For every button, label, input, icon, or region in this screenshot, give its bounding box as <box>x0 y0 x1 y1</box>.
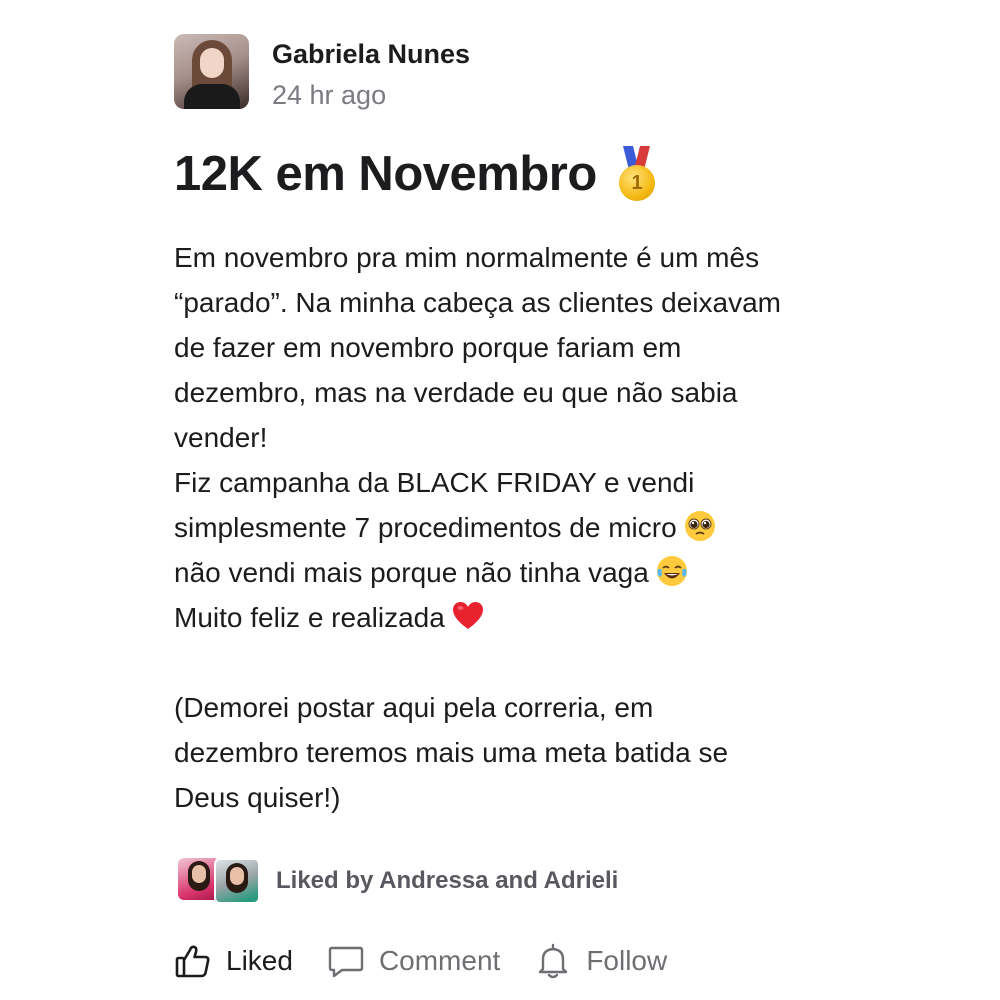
author-avatar[interactable] <box>174 34 249 109</box>
post-body-line: Em novembro pra mim normalmente é um mês <box>174 242 760 273</box>
post-body-line-with-emoji: Muito feliz e realizada <box>174 595 854 640</box>
post-body-line: Fiz campanha da BLACK FRIDAY e vendi <box>174 467 695 498</box>
liker-avatar <box>214 858 260 904</box>
likes-summary[interactable]: Liked by Andressa and Adrieli <box>178 858 618 904</box>
post-title: 12K em Novembro 1 <box>174 143 854 205</box>
comment-label: Comment <box>378 945 501 976</box>
post-title-text: 12K em Novembro <box>174 147 597 201</box>
post-body-line: dezembro teremos mais uma meta batida se <box>174 737 729 768</box>
author-name[interactable]: Gabriela Nunes <box>272 38 470 70</box>
post-body-line-with-emoji: não vendi mais porque não tinha vaga <box>174 550 854 595</box>
post-body-line: vender! <box>174 422 268 453</box>
like-button[interactable]: Liked <box>174 942 293 980</box>
post-body-line: Muito feliz e realizada <box>174 602 445 633</box>
thumbs-up-icon <box>175 945 210 978</box>
post-body-line: de fazer em novembro porque fariam em <box>174 332 682 363</box>
comment-button[interactable]: Comment <box>327 942 500 980</box>
follow-label: Follow <box>586 945 668 976</box>
post-body-line: simplesmente 7 procedimentos de micro <box>174 512 677 543</box>
post-body-line: “parado”. Na minha cabeça as clientes de… <box>174 287 781 318</box>
pleading-face-icon <box>684 511 715 541</box>
post-body-line: dezembro, mas na verdade eu que não sabi… <box>174 377 738 408</box>
post-body-line: Deus quiser!) <box>174 782 341 813</box>
post-actions: Liked Comment Follow <box>174 942 701 980</box>
1st-place-medal-icon: 1 <box>617 146 657 202</box>
post-timestamp: 24 hr ago <box>272 80 387 110</box>
comment-bubble-icon <box>328 946 364 978</box>
bell-icon <box>539 943 568 979</box>
like-label: Liked <box>226 945 293 976</box>
post-body-line: não vendi mais porque não tinha vaga <box>174 557 649 588</box>
follow-button[interactable]: Follow <box>534 942 667 980</box>
tears-of-joy-icon <box>656 556 687 586</box>
liker-avatars <box>178 858 260 904</box>
post-header: Gabriela Nunes 24 hr ago <box>174 34 854 111</box>
post-body-line: (Demorei postar aqui pela correria, em <box>174 692 654 723</box>
red-heart-icon <box>452 602 483 629</box>
author-info: Gabriela Nunes 24 hr ago <box>272 34 470 111</box>
likes-text[interactable]: Liked by Andressa and Adrieli <box>276 867 618 895</box>
post-body: Em novembro pra mim normalmente é um mês… <box>174 235 854 820</box>
post-card: Gabriela Nunes 24 hr ago 12K em Novembro… <box>174 34 854 820</box>
post-body-line-with-emoji: simplesmente 7 procedimentos de micro <box>174 505 854 550</box>
